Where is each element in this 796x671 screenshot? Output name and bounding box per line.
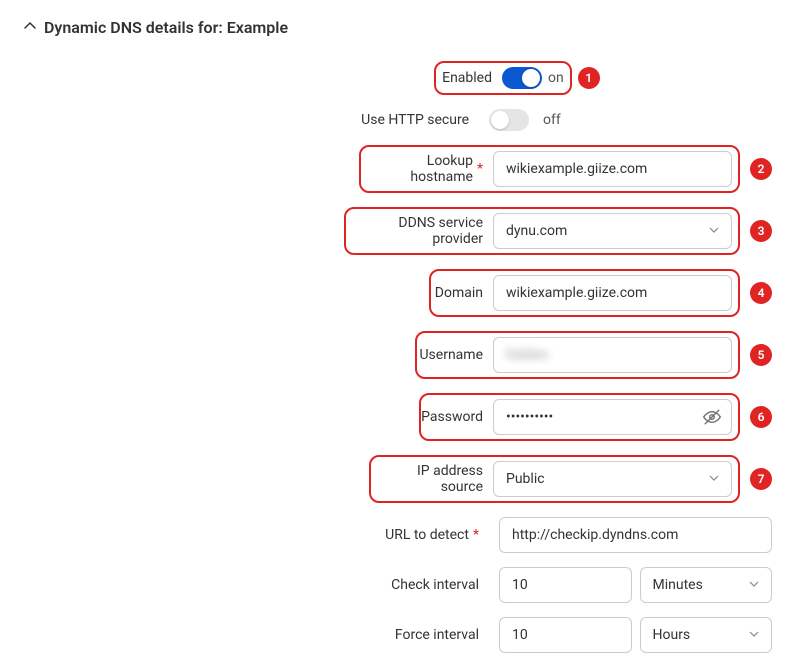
force-interval-label: Force interval xyxy=(24,627,489,643)
username-input[interactable]: hidden xyxy=(493,337,732,373)
required-asterisk: * xyxy=(477,161,483,177)
username-label: Username xyxy=(423,347,493,363)
domain-input[interactable]: wikiexample.giize.com xyxy=(493,275,732,311)
enabled-state: on xyxy=(548,70,564,86)
password-input[interactable]: •••••••••• xyxy=(493,399,732,435)
ip-source-select[interactable]: Public xyxy=(493,461,732,497)
annotation-badge-5: 5 xyxy=(750,344,772,366)
url-detect-label: URL to detect xyxy=(385,527,469,543)
annotation-box-3: DDNS service provider dynu.com xyxy=(344,207,740,255)
http-secure-label: Use HTTP secure xyxy=(24,112,479,128)
check-interval-input[interactable]: 10 xyxy=(499,567,632,603)
annotation-box-6: Password •••••••••• xyxy=(419,393,740,441)
check-interval-unit-select[interactable]: Minutes xyxy=(640,567,773,603)
annotation-box-5: Username hidden xyxy=(415,331,740,379)
annotation-badge-3: 3 xyxy=(750,220,772,242)
annotation-box-2: Lookup hostname * wikiexample.giize.com xyxy=(359,145,740,193)
provider-select[interactable]: dynu.com xyxy=(493,213,732,249)
annotation-box-7: IP address source Public xyxy=(369,455,740,503)
url-detect-input[interactable]: http://checkip.dyndns.com xyxy=(499,517,772,553)
force-interval-unit-select[interactable]: Hours xyxy=(640,617,773,653)
domain-label: Domain xyxy=(437,285,493,301)
enabled-toggle[interactable] xyxy=(502,67,542,89)
annotation-badge-2: 2 xyxy=(750,158,772,180)
check-interval-label: Check interval xyxy=(24,577,489,593)
lookup-hostname-input[interactable]: wikiexample.giize.com xyxy=(493,151,732,187)
force-interval-input[interactable]: 10 xyxy=(499,617,632,653)
required-asterisk: * xyxy=(473,527,479,543)
chevron-up-icon xyxy=(24,20,36,36)
http-secure-state: off xyxy=(543,112,561,128)
chevron-down-icon xyxy=(709,472,719,486)
chevron-down-icon xyxy=(749,628,759,642)
annotation-badge-1: 1 xyxy=(578,67,600,89)
lookup-hostname-label: Lookup hostname xyxy=(367,153,473,185)
chevron-down-icon xyxy=(749,578,759,592)
eye-off-icon[interactable] xyxy=(703,408,721,426)
annotation-badge-6: 6 xyxy=(750,406,772,428)
page-title: Dynamic DNS details for: Example xyxy=(44,18,288,37)
ip-source-label: IP address source xyxy=(377,463,493,495)
http-secure-toggle[interactable] xyxy=(489,109,529,131)
panel-header[interactable]: Dynamic DNS details for: Example xyxy=(24,18,772,37)
provider-label: DDNS service provider xyxy=(352,215,493,247)
annotation-box-4: Domain wikiexample.giize.com xyxy=(429,269,740,317)
enabled-label: Enabled xyxy=(442,70,502,86)
chevron-down-icon xyxy=(709,224,719,238)
annotation-badge-4: 4 xyxy=(750,282,772,304)
password-label: Password xyxy=(427,409,493,425)
annotation-badge-7: 7 xyxy=(750,468,772,490)
annotation-box-1: Enabled on xyxy=(434,61,572,95)
